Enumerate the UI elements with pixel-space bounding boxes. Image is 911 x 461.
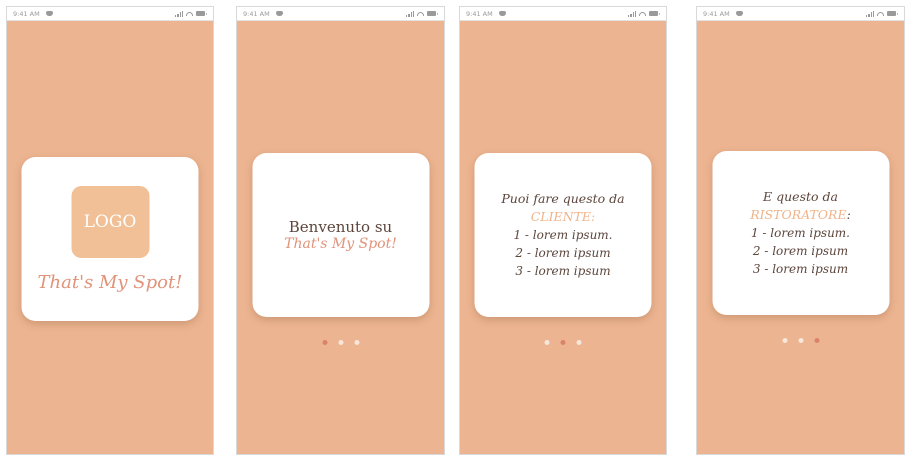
role-label: RISTORATORE <box>750 207 847 222</box>
status-time: 9:41 AM <box>703 9 730 18</box>
battery-icon <box>196 11 205 16</box>
signal-icon <box>406 10 414 17</box>
notification-icon <box>45 11 53 16</box>
page-dot-1[interactable] <box>322 340 327 345</box>
list-item: 1 - lorem ipsum. <box>750 226 850 240</box>
ristoratore-intro: E questo da RISTORATORE: <box>712 188 889 224</box>
app-name: That's My Spot! <box>284 236 397 252</box>
battery-icon <box>887 11 896 16</box>
page-dot-2[interactable] <box>798 338 803 343</box>
page-dot-1[interactable] <box>782 338 787 343</box>
role-label: CLIENTE: <box>530 209 596 224</box>
pagination-dots <box>322 340 359 345</box>
signal-icon <box>866 10 874 17</box>
status-bar: 9:41 AM <box>237 7 444 21</box>
page-dot-3[interactable] <box>354 340 359 345</box>
page-dot-2[interactable] <box>560 340 566 345</box>
list-item: 2 - lorem ipsum <box>752 244 849 258</box>
battery-icon <box>427 11 436 16</box>
wifi-icon <box>186 11 193 16</box>
list-item: 3 - lorem ipsum <box>752 262 849 276</box>
list-item: 1 - lorem ipsum. <box>513 228 613 242</box>
status-time: 9:41 AM <box>466 9 493 18</box>
status-time: 9:41 AM <box>243 9 270 18</box>
battery-icon <box>649 11 658 16</box>
notification-icon <box>735 11 743 16</box>
app-name: That's My Spot! <box>37 271 183 293</box>
notification-icon <box>498 11 506 16</box>
status-bar: 9:41 AM <box>7 7 213 21</box>
page-dot-1[interactable] <box>544 340 550 345</box>
ristoratore-card: E questo da RISTORATORE: 1 - lorem ipsum… <box>712 151 889 315</box>
cliente-intro: Puoi fare questo da CLIENTE: <box>475 190 652 226</box>
list-item: 2 - lorem ipsum <box>515 246 611 260</box>
splash-card: LOGO That's My Spot! <box>21 157 199 321</box>
cliente-card: Puoi fare questo da CLIENTE: 1 - lorem i… <box>474 153 652 317</box>
status-bar: 9:41 AM <box>697 7 904 21</box>
intro-text: E questo da <box>763 189 838 204</box>
page-dot-3[interactable] <box>576 340 582 345</box>
phone-screen-cliente: 9:41 AM Puoi fare questo da CLIENTE: 1 -… <box>459 6 667 455</box>
pagination-dots <box>782 338 819 343</box>
wifi-icon <box>417 11 424 16</box>
page-dot-3[interactable] <box>814 338 819 343</box>
signal-icon <box>175 10 183 17</box>
logo: LOGO <box>71 185 149 258</box>
welcome-card: Benvenuto su That's My Spot! <box>252 153 429 317</box>
phone-screen-ristoratore: 9:41 AM E questo da RISTORATORE: 1 - lor… <box>696 6 905 455</box>
phone-screen-splash: 9:41 AM LOGO That's My Spot! <box>6 6 214 455</box>
signal-icon <box>628 10 636 17</box>
welcome-text: Benvenuto su <box>288 218 393 236</box>
pagination-dots <box>544 340 582 345</box>
intro-text: Puoi fare questo da <box>501 191 625 206</box>
wifi-icon <box>639 11 646 16</box>
notification-icon <box>275 11 283 16</box>
list-item: 3 - lorem ipsum <box>515 264 611 278</box>
wifi-icon <box>877 11 884 16</box>
status-time: 9:41 AM <box>13 9 40 18</box>
page-dot-2[interactable] <box>338 340 343 345</box>
phone-screen-welcome: 9:41 AM Benvenuto su That's My Spot! <box>236 6 445 455</box>
role-colon: : <box>846 207 851 222</box>
status-bar: 9:41 AM <box>460 7 666 21</box>
